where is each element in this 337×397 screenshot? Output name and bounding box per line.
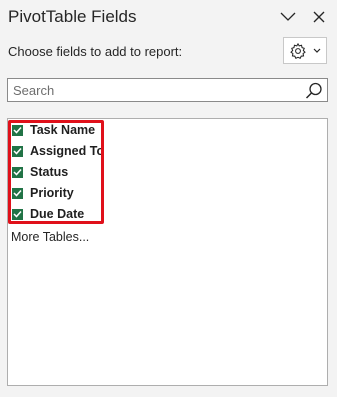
gear-icon [290,42,306,59]
chevron-down-icon [313,48,321,53]
field-list: Task Name Assigned To Status Priority Du… [7,118,328,386]
panel-title: PivotTable Fields [8,7,137,26]
task-pane-options-button[interactable] [277,6,299,28]
more-tables-link[interactable]: More Tables... [11,230,89,244]
close-icon [313,11,325,23]
search-icon[interactable] [304,81,324,101]
search-input[interactable] [8,79,298,101]
field-settings-button[interactable] [283,37,327,64]
highlight-box [8,120,104,224]
panel-subtitle: Choose fields to add to report: [8,44,183,59]
search-field [7,78,328,102]
close-button[interactable] [308,6,330,28]
chevron-down-icon [280,12,296,21]
